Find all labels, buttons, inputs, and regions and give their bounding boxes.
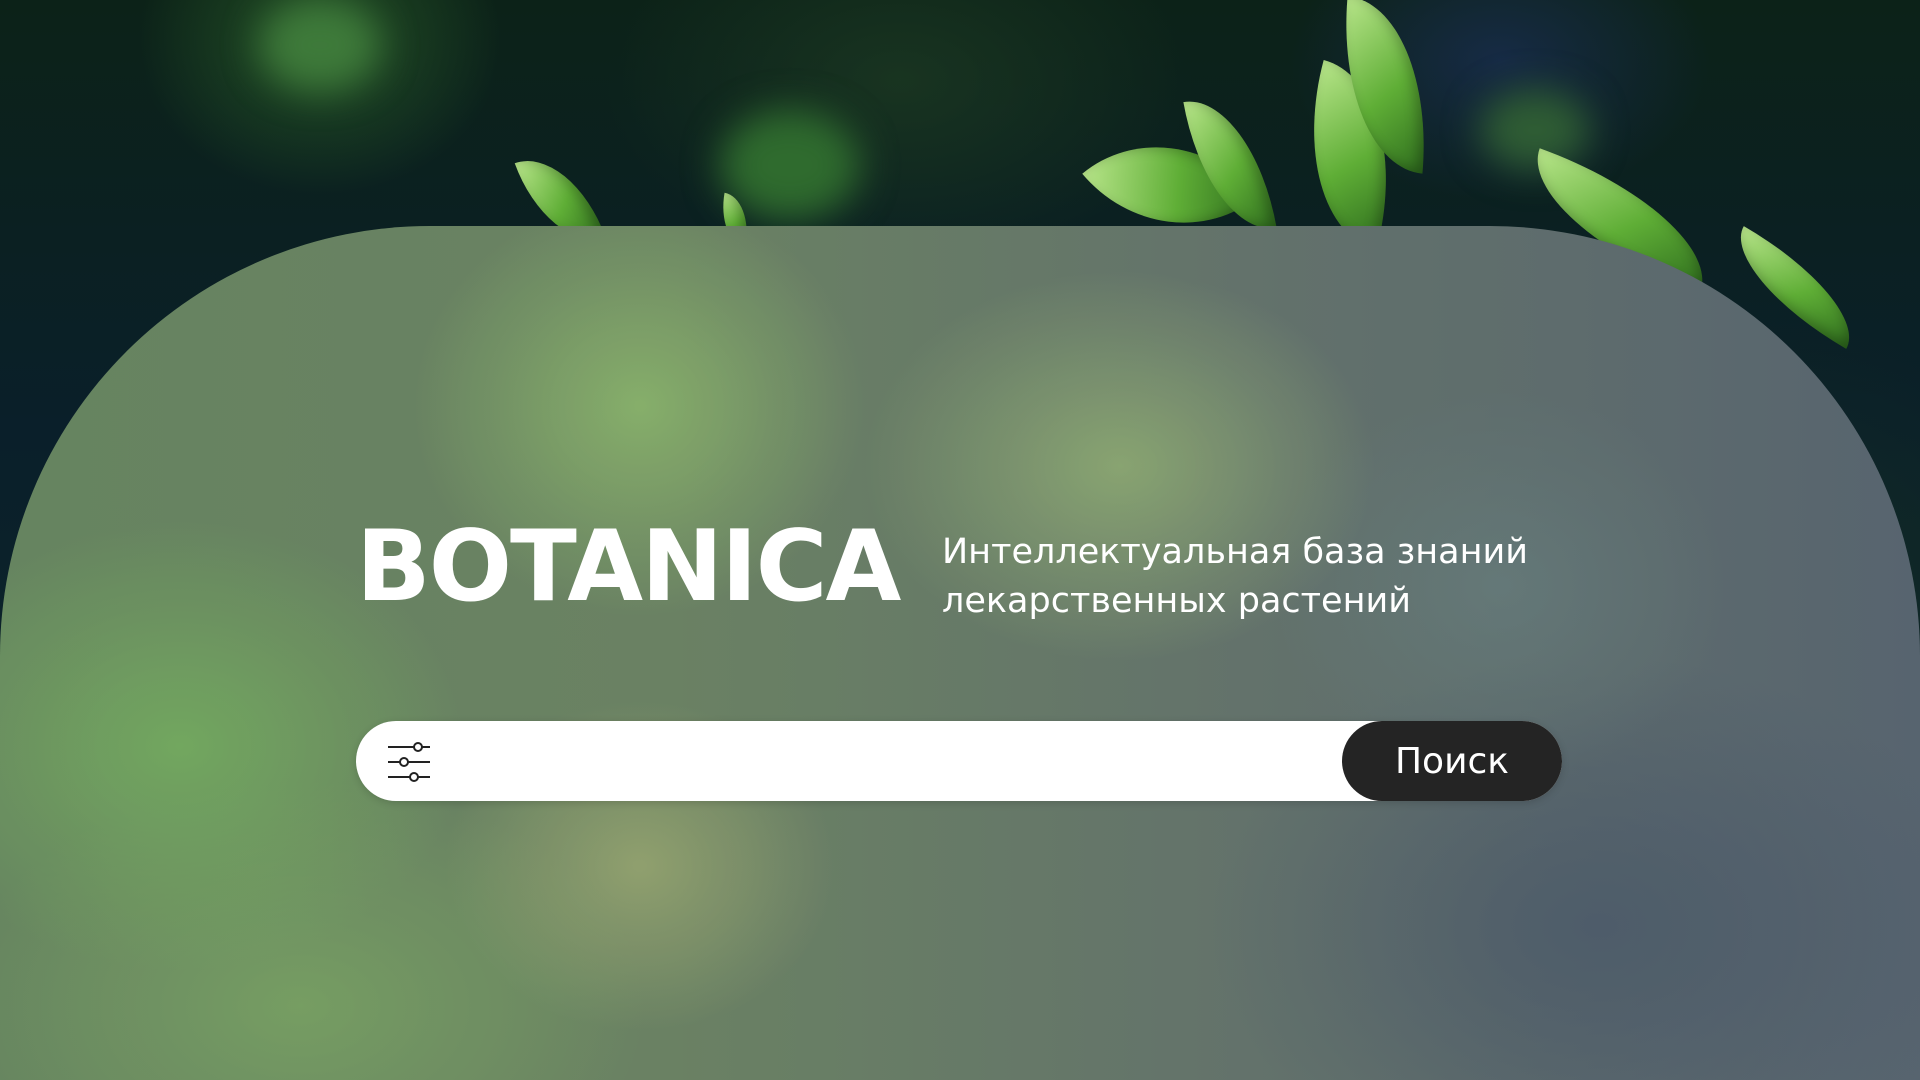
brand-subtitle: Интеллектуальная база знаний лекарственн… bbox=[942, 528, 1528, 626]
search-button[interactable]: Поиск bbox=[1342, 721, 1562, 801]
brand-title: BOTANICA bbox=[356, 510, 901, 624]
foliage-blur bbox=[1480, 90, 1590, 170]
frosted-glass-panel bbox=[0, 226, 1920, 1080]
sliders-icon[interactable] bbox=[386, 739, 432, 785]
subtitle-line-1: Интеллектуальная база знаний bbox=[942, 532, 1528, 572]
foliage-blur bbox=[720, 110, 860, 220]
subtitle-line-2: лекарственных растений bbox=[942, 581, 1411, 621]
search-input[interactable] bbox=[456, 721, 1320, 803]
foliage-blur bbox=[260, 0, 380, 90]
search-bar: Поиск bbox=[356, 721, 1562, 803]
